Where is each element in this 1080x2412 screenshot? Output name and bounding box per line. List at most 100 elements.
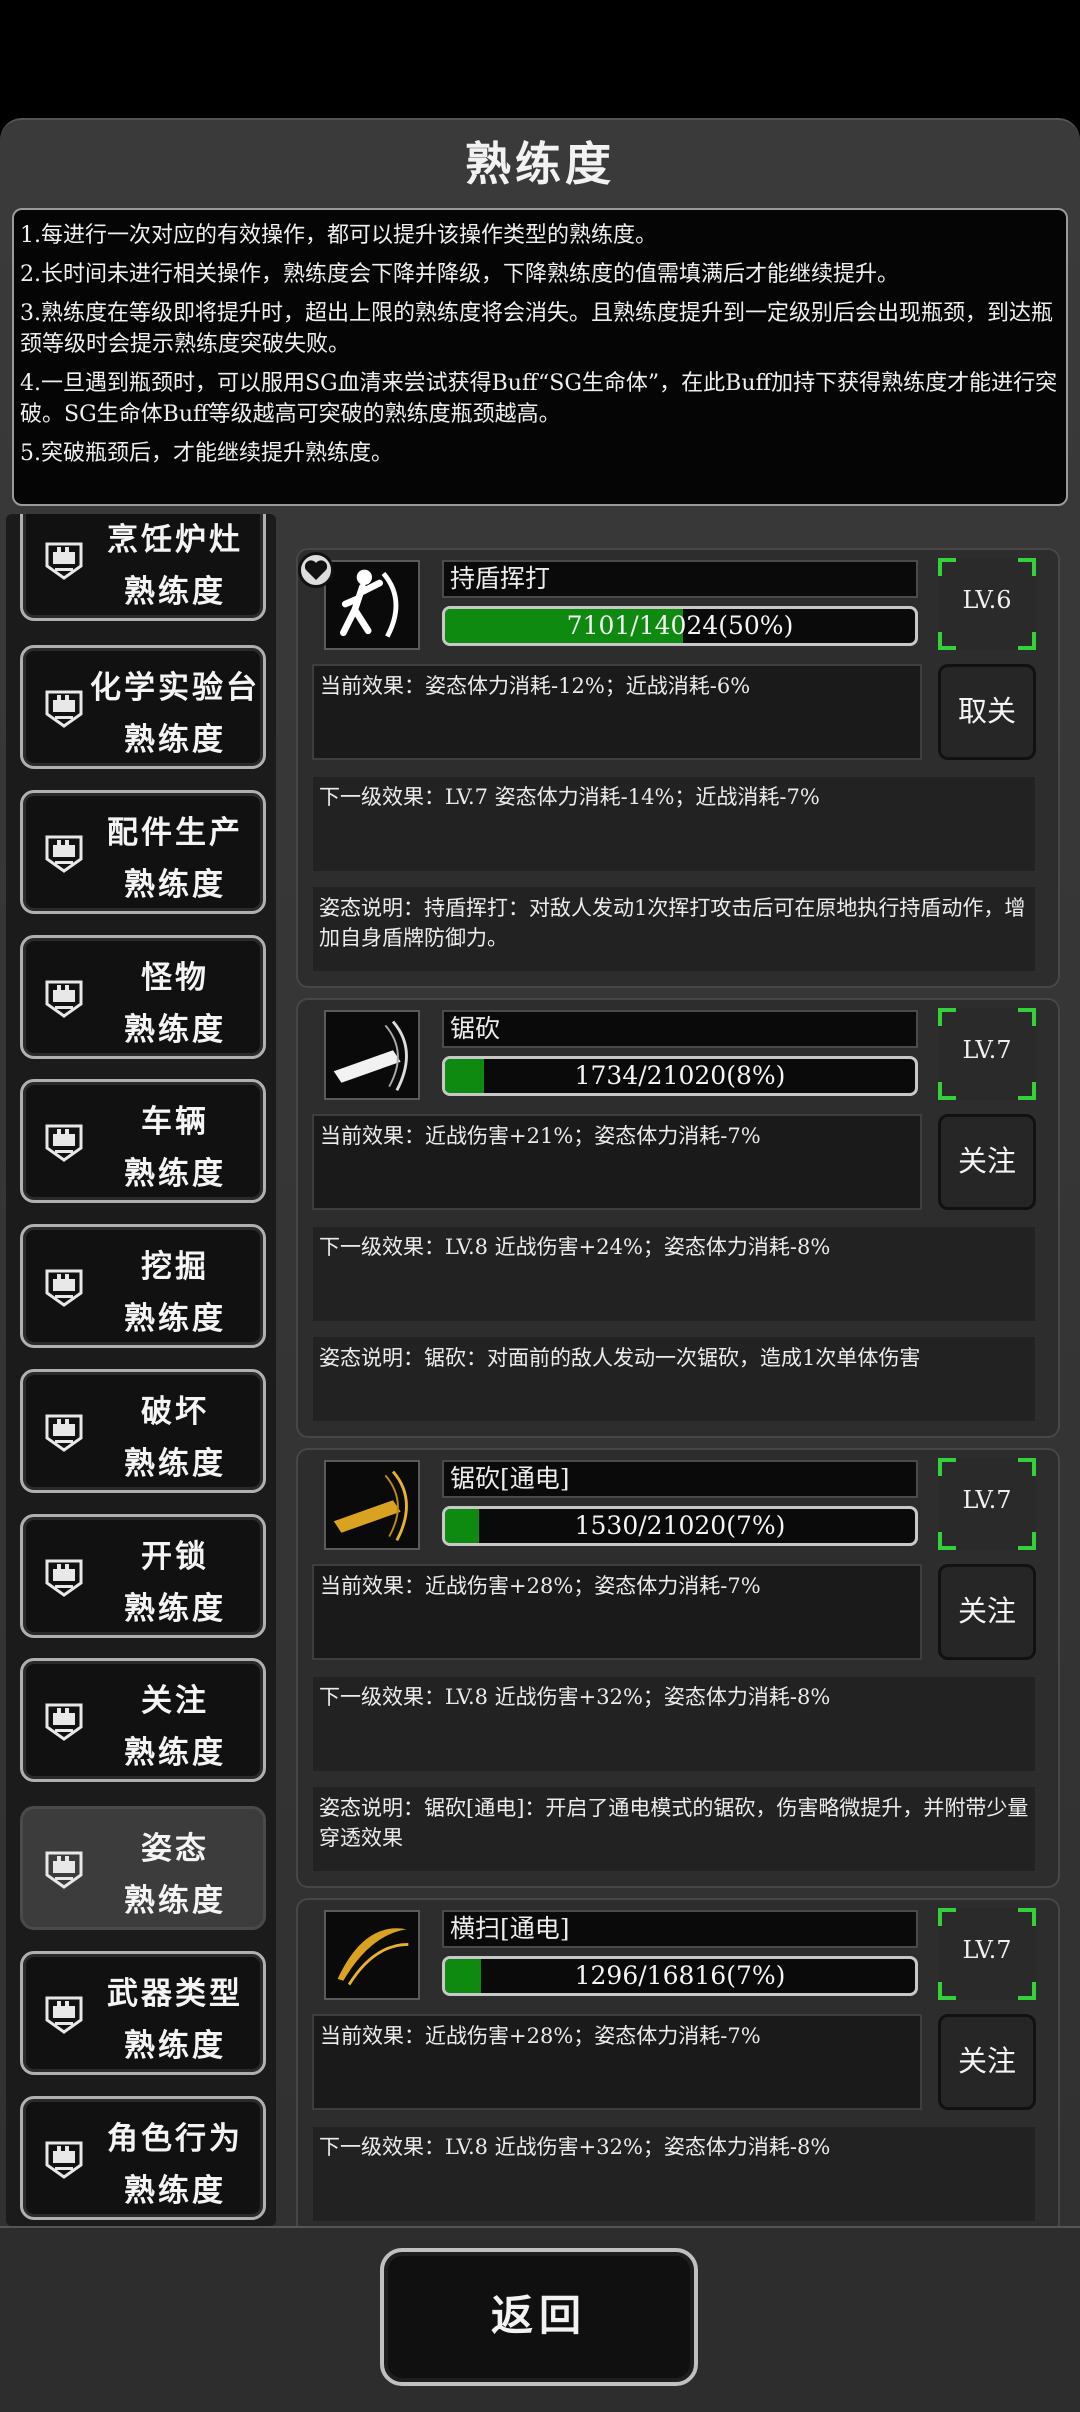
category-item[interactable]: 怪物 熟练度 — [20, 934, 266, 1059]
category-sublabel: 熟练度 — [124, 1883, 226, 1920]
category-icon — [41, 831, 87, 877]
category-label: 角色行为 — [107, 2120, 243, 2157]
skill-name: 锯砍 — [442, 1010, 918, 1048]
back-button[interactable]: 返回 — [380, 2248, 698, 2386]
current-effect: 当前效果：姿态体力消耗-12%；近战消耗-6% — [312, 664, 922, 760]
chainsaw-icon — [326, 1020, 418, 1102]
progress-text: 1530/21020(7%) — [574, 1511, 786, 1540]
category-icon — [41, 1555, 87, 1601]
category-sublabel: 熟练度 — [124, 1301, 226, 1338]
category-item[interactable]: 姿态 熟练度 — [20, 1806, 266, 1931]
current-effect: 当前效果：近战伤害+21%；姿态体力消耗-7% — [312, 1114, 922, 1210]
category-item[interactable]: 车辆 熟练度 — [20, 1079, 266, 1204]
follow-button[interactable]: 关注 — [938, 2014, 1036, 2110]
follow-button[interactable]: 取关 — [938, 664, 1036, 760]
follow-button[interactable]: 关注 — [938, 1114, 1036, 1210]
level-badge: LV.7 — [938, 1008, 1036, 1100]
skill-thumbnail — [324, 1010, 420, 1100]
skill-list[interactable]: 持盾挥打 7101/14024(50%) LV.6 当前效果：姿态体力消耗-12%；近… — [292, 514, 1064, 2226]
rule-5: 5.突破瓶颈后，才能继续提升熟练度。 — [20, 441, 393, 466]
progress-text: 1734/21020(8%) — [574, 1061, 786, 1090]
level-badge: LV.6 — [938, 558, 1036, 650]
current-effect: 当前效果：近战伤害+28%；姿态体力消耗-7% — [312, 1564, 922, 1660]
category-item[interactable]: 关注 熟练度 — [20, 1658, 266, 1783]
stance-description: 姿态说明：锯砍：对面前的敌人发动一次锯砍，造成1次单体伤害 — [312, 1336, 1036, 1422]
category-icon — [41, 1265, 87, 1311]
level-badge: LV.7 — [938, 1908, 1036, 2000]
stance-description: 姿态说明：锯砍[通电]：开启了通电模式的锯砍，伤害略微提升，并附带少量穿透效果 — [312, 1786, 1036, 1872]
skill-thumbnail — [324, 1460, 420, 1550]
level-text: LV.7 — [962, 1936, 1012, 1964]
level-text: LV.7 — [962, 1036, 1012, 1064]
skill-name: 持盾挥打 — [442, 560, 918, 598]
rule-3: 3.熟练度在等级即将提升时，超出上限的熟练度将会消失。且熟练度提升到一定级别后会… — [20, 301, 1053, 357]
category-sublabel: 熟练度 — [124, 2027, 226, 2064]
progress-text: 7101/14024(50%) — [566, 611, 794, 640]
rule-4: 4.一旦遇到瓶颈时，可以服用SG血清来尝试获得Buff“SG生命体”，在此Buf… — [20, 371, 1058, 427]
category-sublabel: 熟练度 — [124, 1445, 226, 1482]
category-label: 挖掘 — [141, 1249, 209, 1286]
next-effect: 下一级效果：LV.8 近战伤害+24%；姿态体力消耗-8% — [312, 1226, 1036, 1322]
category-label: 车辆 — [141, 1104, 209, 1141]
progress-bar: 1530/21020(7%) — [442, 1506, 918, 1546]
progress-bar: 1734/21020(8%) — [442, 1056, 918, 1096]
electric-chainsaw-icon — [326, 1470, 418, 1552]
skill-card: 横扫[通电] 1296/16816(7%) LV.7 当前效果：近战伤害+28%；姿态… — [296, 1898, 1060, 2226]
category-label: 配件生产 — [107, 814, 243, 851]
level-badge: LV.7 — [938, 1458, 1036, 1550]
category-sublabel: 熟练度 — [124, 574, 226, 611]
category-sublabel: 熟练度 — [124, 1735, 226, 1772]
category-sublabel: 熟练度 — [124, 1590, 226, 1627]
category-label: 化学实验台 — [90, 670, 260, 707]
category-icon — [41, 1410, 87, 1456]
skill-card: 持盾挥打 7101/14024(50%) LV.6 当前效果：姿态体力消耗-12%；近… — [296, 548, 1060, 988]
current-effect: 当前效果：近战伤害+28%；姿态体力消耗-7% — [312, 2014, 922, 2110]
category-label: 怪物 — [141, 959, 209, 996]
stance-description: 姿态说明：持盾挥打：对敌人发动1次挥打攻击后可在原地执行持盾动作，增加自身盾牌防… — [312, 886, 1036, 972]
category-item[interactable]: 烹饪炉灶 熟练度 — [20, 514, 266, 622]
category-icon — [41, 2137, 87, 2183]
progress-bar: 1296/16816(7%) — [442, 1956, 918, 1996]
category-sidebar[interactable]: 烹饪炉灶 熟练度 化学实验台 熟练度 配件生产 熟练度 怪物 熟练度 车辆 熟练度 挖掘 熟练度 破坏熟… — [6, 514, 276, 2226]
category-item[interactable]: 开锁 熟练度 — [20, 1513, 266, 1638]
category-icon — [41, 1699, 87, 1745]
category-label: 姿态 — [141, 1831, 209, 1868]
category-icon — [41, 686, 87, 732]
category-label: 破坏 — [141, 1393, 209, 1430]
level-text: LV.6 — [962, 586, 1012, 614]
skill-thumbnail — [324, 1910, 420, 2000]
category-item[interactable]: 化学实验台 熟练度 — [20, 645, 266, 770]
category-icon — [41, 1992, 87, 2038]
category-item[interactable]: 武器类型 熟练度 — [20, 1950, 266, 2075]
skill-card: 锯砍 1734/21020(8%) LV.7 当前效果：近战伤害+21%；姿态体力消耗… — [296, 998, 1060, 1438]
rule-1: 1.每进行一次对应的有效操作，都可以提升该操作类型的熟练度。 — [20, 223, 657, 248]
category-label: 关注 — [141, 1683, 209, 1720]
category-icon — [41, 538, 87, 584]
category-sublabel: 熟练度 — [124, 722, 226, 759]
rule-2: 2.长时间未进行相关操作，熟练度会下降并降级，下降熟练度的值需填满后才能继续提升… — [20, 262, 899, 287]
sweep-slash-icon — [326, 1928, 418, 2002]
category-label: 开锁 — [141, 1538, 209, 1575]
category-sublabel: 熟练度 — [124, 866, 226, 903]
category-item[interactable]: 破坏 熟练度 — [20, 1368, 266, 1493]
level-text: LV.7 — [962, 1486, 1012, 1514]
shield-bash-icon — [326, 569, 418, 652]
page-title: 熟练度 — [465, 137, 615, 191]
category-item[interactable]: 角色行为 熟练度 — [20, 2095, 266, 2220]
category-icon — [41, 976, 87, 1022]
next-effect: 下一级效果：LV.8 近战伤害+32%；姿态体力消耗-8% — [312, 2126, 1036, 2222]
heart-icon — [298, 552, 334, 588]
category-item[interactable]: 配件生产 熟练度 — [20, 789, 266, 914]
category-icon — [41, 1847, 87, 1893]
skill-name: 锯砍[通电] — [442, 1460, 918, 1498]
category-sublabel: 熟练度 — [124, 1156, 226, 1193]
next-effect: 下一级效果：LV.7 姿态体力消耗-14%；近战消耗-7% — [312, 776, 1036, 872]
category-item[interactable]: 挖掘 熟练度 — [20, 1224, 266, 1349]
skill-name: 横扫[通电] — [442, 1910, 918, 1948]
rules-box: 1.每进行一次对应的有效操作，都可以提升该操作类型的熟练度。 2.长时间未进行相… — [12, 208, 1068, 506]
skill-card: 锯砍[通电] 1530/21020(7%) LV.7 当前效果：近战伤害+28%；姿态… — [296, 1448, 1060, 1888]
category-sublabel: 熟练度 — [124, 1011, 226, 1048]
progress-text: 1296/16816(7%) — [574, 1961, 786, 1990]
next-effect: 下一级效果：LV.8 近战伤害+32%；姿态体力消耗-8% — [312, 1676, 1036, 1772]
follow-button[interactable]: 关注 — [938, 1564, 1036, 1660]
